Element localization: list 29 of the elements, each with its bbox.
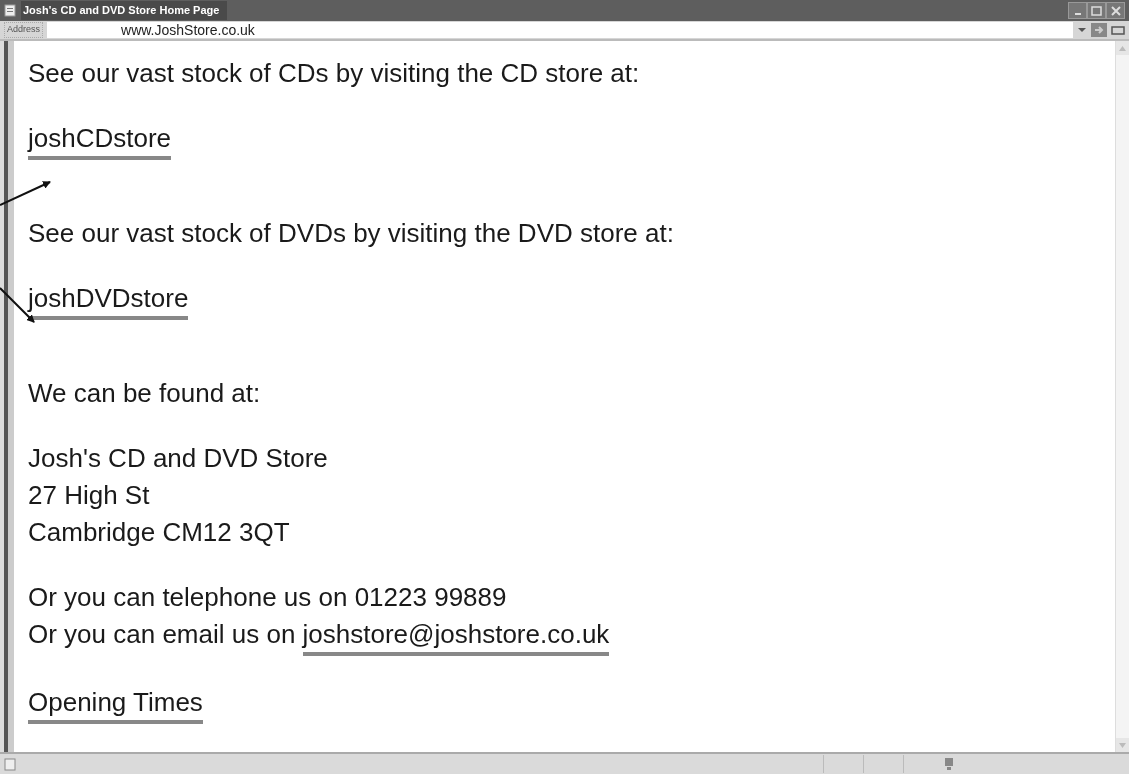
computer-icon: [943, 757, 955, 771]
up-arrow-icon: [1119, 45, 1126, 51]
minimize-icon: [1074, 13, 1081, 15]
go-icon[interactable]: [1091, 23, 1107, 37]
body-text: Josh's CD and DVD Store: [28, 443, 328, 473]
page-icon: [4, 757, 16, 771]
body-text: 27 High St: [28, 480, 150, 510]
page-icon: [4, 4, 16, 17]
maximize-icon: [1091, 5, 1102, 16]
body-text: We can be found at:: [28, 378, 261, 408]
dropdown-icon[interactable]: [1077, 25, 1087, 35]
body-text: See our vast stock of CDs by visiting the CD store at:: [28, 58, 640, 88]
body-text: See our vast stock of DVDs by visiting the DVD store at:: [28, 218, 674, 248]
link[interactable]: joshstore@joshstore.co.uk: [302, 616, 610, 656]
close-button[interactable]: [1106, 2, 1125, 19]
link[interactable]: joshDVDstore: [28, 280, 189, 320]
down-arrow-icon: [1119, 742, 1126, 748]
minimize-button[interactable]: [1068, 2, 1087, 19]
annotation-arrow: [0, 181, 51, 206]
address-label: Address: [4, 22, 44, 38]
body-text: Or you can email us on: [28, 619, 297, 649]
close-icon: [1110, 5, 1121, 16]
address-field[interactable]: www.JoshStore.co.uk: [47, 22, 1073, 38]
window-title: Josh's CD and DVD Store Home Page: [21, 1, 228, 20]
maximize-button[interactable]: [1087, 2, 1106, 19]
link[interactable]: joshCDstore: [28, 120, 172, 160]
body-text: Or you can telephone us on 01223 99889: [28, 582, 507, 612]
link[interactable]: Opening Times: [28, 684, 203, 724]
body-text: Cambridge CM12 3QT: [28, 517, 290, 547]
